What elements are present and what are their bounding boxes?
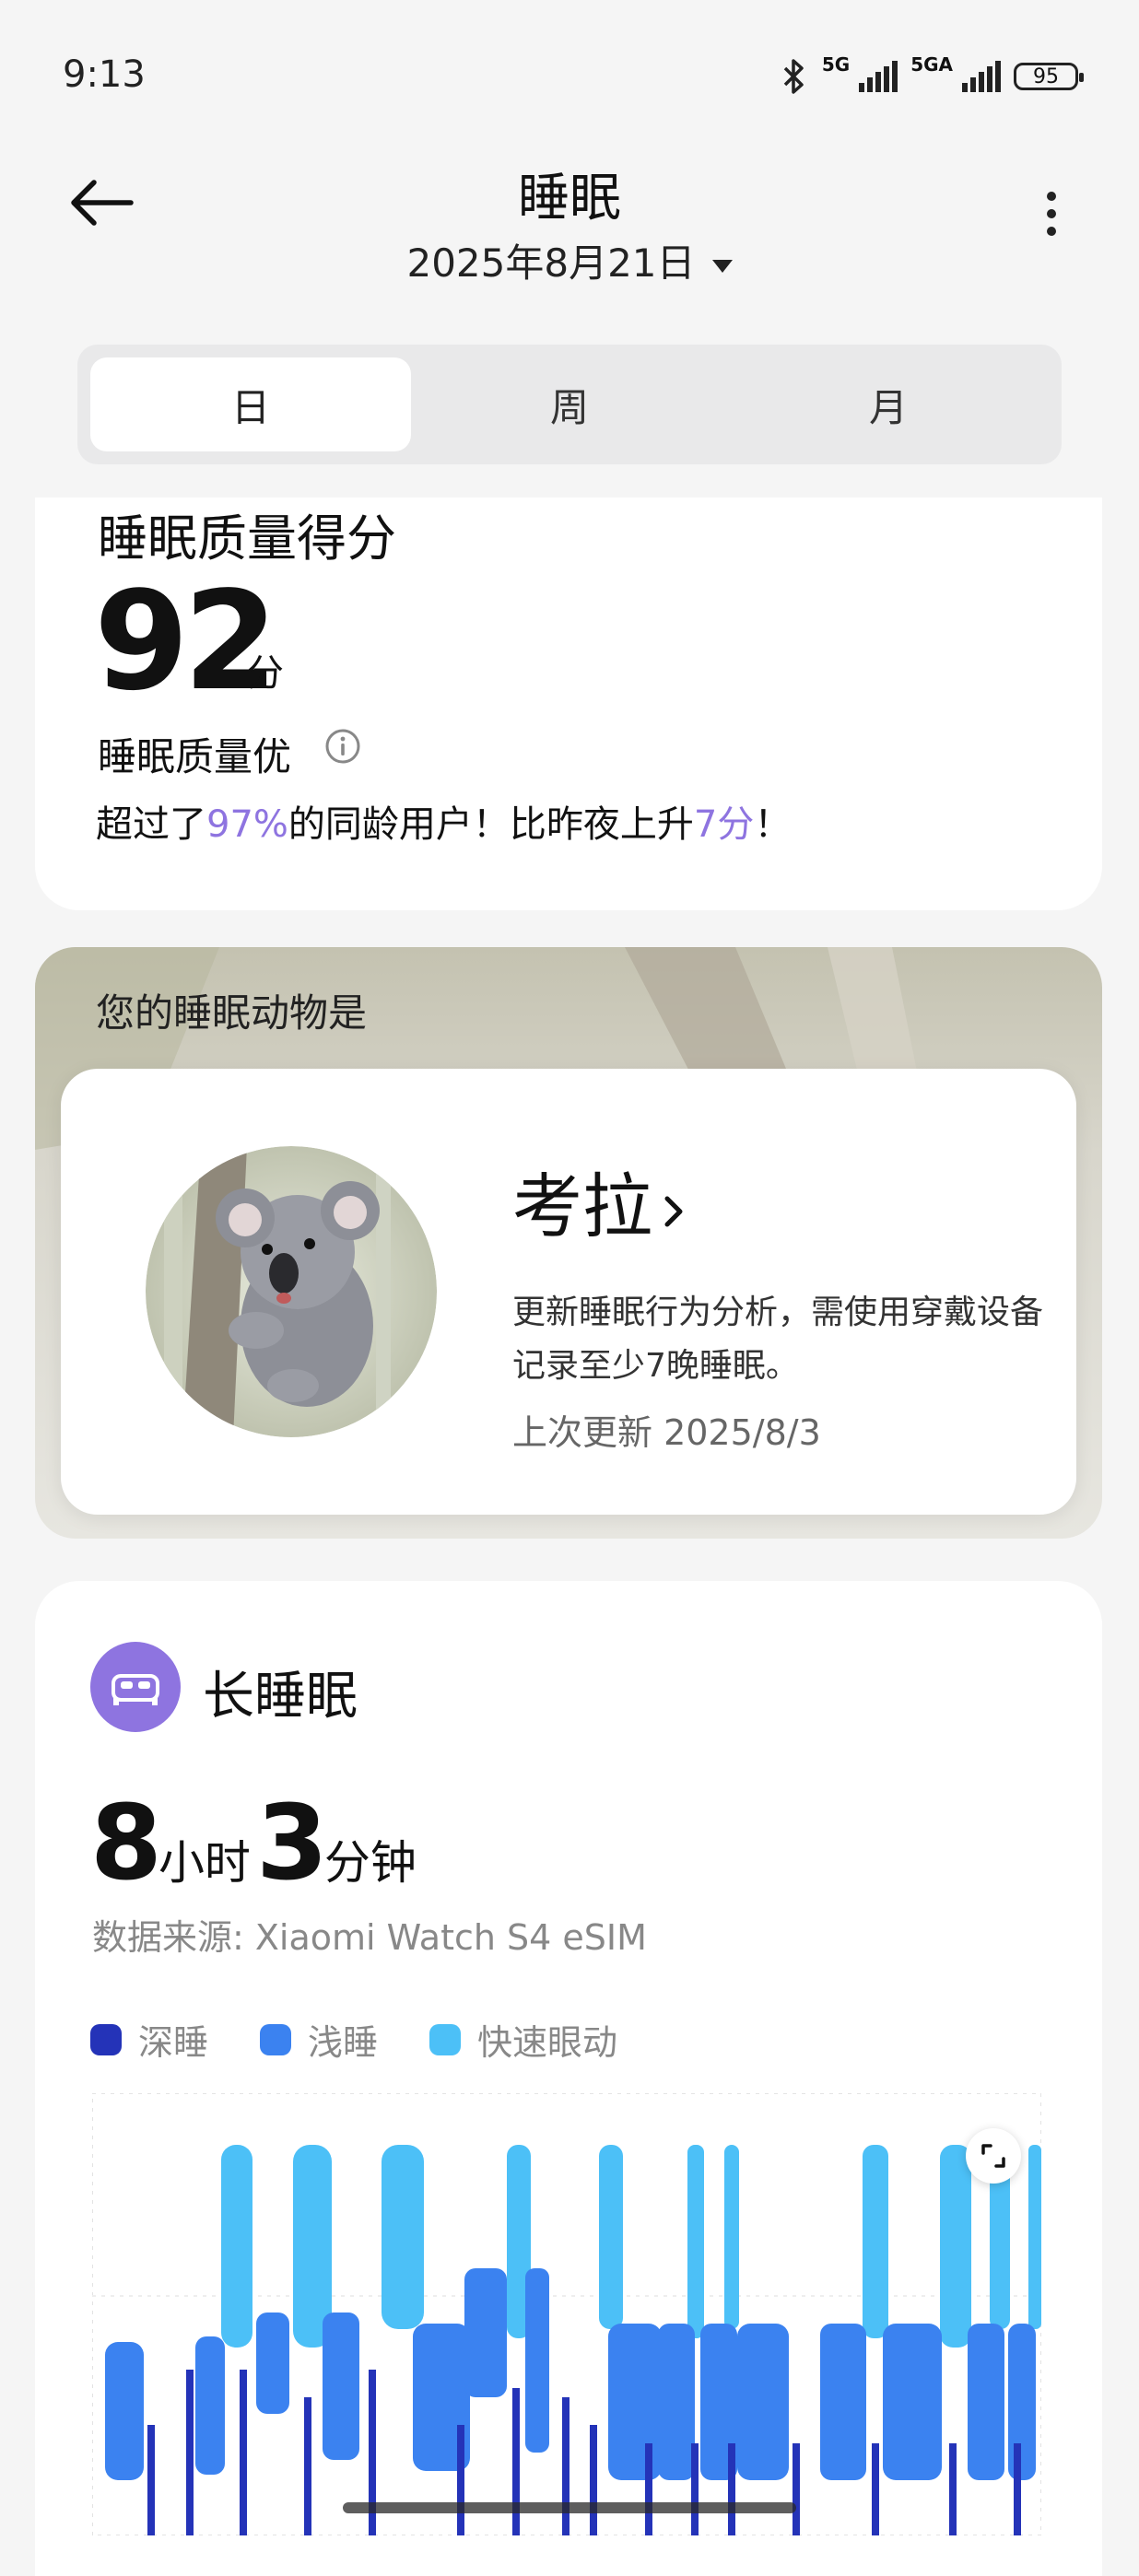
animal-inner-card: 考拉 更新睡眠行为分析，需使用穿戴设备记录至少7晚睡眠。 上次更新 2025/8… [61,1069,1076,1515]
page-title: 睡眠 [518,169,621,228]
legend-light: 浅睡 [260,2014,378,2065]
compare-rise: 7分 [693,803,755,846]
date-picker[interactable]: 2025年8月21日 [0,232,1139,288]
score-unit: 分 [247,652,284,695]
legend-deep-label: 深睡 [138,2022,209,2063]
minutes-unit: 分钟 [323,1836,417,1890]
compare-mid: 的同龄用户！比昨夜上升 [288,803,694,846]
battery-level: 95 [1033,64,1059,88]
score-title: 睡眠质量得分 [98,509,396,568]
chart-bars [105,2145,1041,2535]
sleep-title: 长睡眠 [203,1667,358,1727]
compare-prefix: 超过了 [96,803,206,846]
legend-rem-label: 快速眼动 [477,2022,618,2063]
hours-value: 8 [90,1784,162,1903]
compare-percent: 97% [206,803,288,846]
dropdown-caret-icon [711,259,733,273]
legend-deep-swatch [90,2023,122,2055]
signal1-label: 5G [821,53,851,76]
animal-name: 考拉 [512,1165,652,1247]
animal-name-link[interactable]: 考拉 [512,1150,689,1251]
sleep-score-card: 睡眠质量得分 92 分 睡眠质量优 超过了97%的同龄用户！比昨夜上升7分！ [35,498,1102,910]
bluetooth-icon [783,59,804,94]
legend-light-swatch [260,2023,292,2055]
tab-month[interactable]: 月 [728,357,1049,451]
expand-button[interactable] [966,2128,1021,2184]
legend-deep: 深睡 [90,2014,208,2065]
legend-rem: 快速眼动 [429,2014,617,2065]
home-indicator[interactable] [343,2502,796,2513]
compare-text: 超过了97%的同龄用户！比昨夜上升7分！ [96,794,791,848]
chevron-right-icon [664,1196,683,1227]
quality-label: 睡眠质量优 [98,734,292,779]
date-label: 2025年8月21日 [406,240,696,286]
koala-avatar [146,1146,437,1437]
hours-unit: 小时 [158,1836,251,1890]
signal-icon [962,61,1001,92]
compare-suffix: ！ [754,803,792,846]
tab-day[interactable]: 日 [90,357,411,451]
sleep-animal-card[interactable]: 您的睡眠动物是 考拉 更新睡眠行为分析，需使用穿戴设备记录至少7晚睡眠。 上次更… [35,947,1102,1539]
period-tabs: 日 周 月 [77,345,1062,464]
legend-light-label: 浅睡 [308,2022,379,2063]
score-value: 92 [94,562,278,720]
signal-icon [859,61,898,92]
animal-updated: 上次更新 2025/8/3 [512,1412,821,1453]
animal-description: 更新睡眠行为分析，需使用穿戴设备记录至少7晚睡眠。 [512,1294,1044,1385]
signal2-label: 5GA [910,53,953,76]
animal-heading: 您的睡眠动物是 [96,990,368,1036]
status-icons: 5G 5GA 95 [780,53,1084,98]
sleep-stage-chart [92,2093,1041,2535]
long-sleep-card: 长睡眠 8小时3分钟 数据来源: Xiaomi Watch S4 eSIM 深睡… [35,1581,1102,2576]
tab-week[interactable]: 周 [409,357,730,451]
sleep-duration: 8小时3分钟 [90,1784,417,1903]
info-icon[interactable] [324,728,361,765]
more-vertical-icon [1038,192,1065,236]
more-button[interactable] [1038,192,1065,247]
battery-icon: 95 [1014,63,1084,90]
data-source: 数据来源: Xiaomi Watch S4 eSIM [92,1917,647,1958]
bed-icon [90,1642,181,1732]
expand-icon [981,2144,1005,2168]
status-time: 9:13 [63,53,146,96]
chart-legend: 深睡 浅睡 快速眼动 [90,2014,617,2065]
legend-rem-swatch [429,2023,462,2055]
minutes-value: 3 [255,1784,328,1903]
